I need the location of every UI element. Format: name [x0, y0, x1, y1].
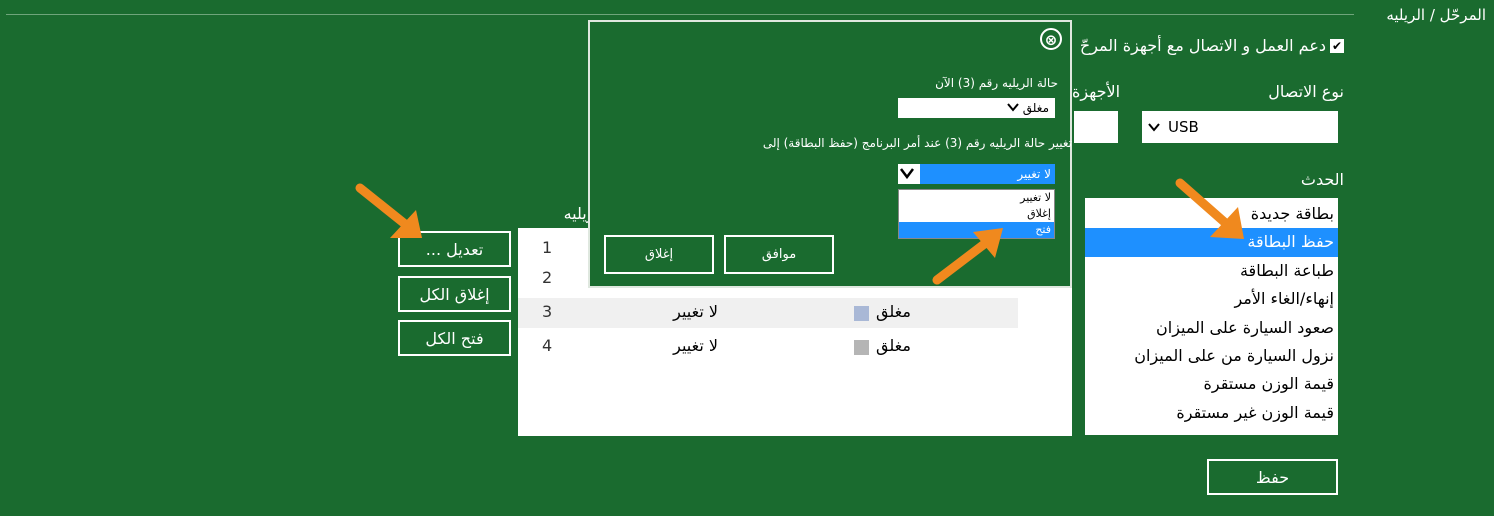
annotation-arrow-icon [932, 228, 1003, 285]
option-no-change[interactable]: لا تغيير [899, 190, 1054, 206]
change-state-label: تغيير حالة الريليه رقم (3) عند أمر البرن… [762, 136, 1072, 150]
event-label: الحدث [1300, 170, 1344, 189]
relay-state-indicator [854, 340, 869, 355]
relay-number: 3 [542, 302, 553, 321]
devices-field[interactable] [1074, 111, 1118, 143]
current-state-label: حالة الريليه رقم (3) الآن [935, 76, 1058, 90]
relay-number: 4 [542, 336, 553, 355]
devices-label: الأجهزة [1072, 82, 1121, 101]
ok-button[interactable]: موافق [724, 235, 834, 274]
relay-state: مغلق [876, 336, 911, 355]
annotation-arrow-icon [1175, 178, 1244, 239]
support-checkbox[interactable]: ✔ [1330, 38, 1344, 53]
list-item[interactable]: طباعة البطاقة [1085, 257, 1338, 285]
relay-action: لا تغيير [673, 336, 718, 355]
option-close[interactable]: إغلاق [899, 206, 1054, 222]
current-state-field: مغلق [898, 98, 1055, 118]
relay-number: 2 [542, 268, 553, 287]
close-all-button[interactable]: إغلاق الكل [398, 276, 511, 312]
support-checkbox-row[interactable]: ✔ دعم العمل و الاتصال مع أجهزة المرحّ [1080, 36, 1344, 55]
list-item[interactable]: صعود السيارة على الميزان [1085, 314, 1338, 342]
chevron-down-icon [898, 167, 916, 182]
save-button[interactable]: حفظ [1207, 459, 1338, 495]
list-item[interactable]: قيمة الوزن مستقرة [1085, 370, 1338, 398]
connection-type-label: نوع الاتصال [1268, 82, 1344, 101]
support-checkbox-label: دعم العمل و الاتصال مع أجهزة المرحّ [1079, 36, 1326, 55]
annotation-arrow-icon [355, 183, 422, 238]
connection-type-select[interactable]: USB [1142, 111, 1338, 143]
relay-state-indicator [854, 306, 869, 321]
current-state-value: مغلق [1022, 101, 1049, 115]
breadcrumb: المرحّل / الريليه [1386, 6, 1486, 24]
connection-type-value: USB [1168, 118, 1199, 136]
close-icon[interactable]: ⊗ [1040, 28, 1062, 50]
change-state-value: لا تغيير [920, 164, 1055, 184]
list-item[interactable]: قيمة الوزن غير مستقرة [1085, 399, 1338, 427]
table-row[interactable]: 4 لا تغيير مغلق [518, 332, 1018, 362]
table-row[interactable]: 3 لا تغيير مغلق [518, 298, 1018, 328]
header-divider [6, 14, 1354, 15]
relay-action: لا تغيير [673, 302, 718, 321]
chevron-down-icon [1148, 118, 1160, 136]
relay-state: مغلق [876, 302, 911, 321]
list-item[interactable]: نزول السيارة من على الميزان [1085, 342, 1338, 370]
dialog-close-button[interactable]: إغلاق [604, 235, 714, 274]
chevron-down-icon [1007, 101, 1019, 115]
change-state-select[interactable]: لا تغيير [898, 164, 1055, 184]
open-all-button[interactable]: فتح الكل [398, 320, 511, 356]
relay-number: 1 [542, 238, 553, 257]
list-item[interactable]: إنهاء/الغاء الأمر [1085, 285, 1338, 313]
